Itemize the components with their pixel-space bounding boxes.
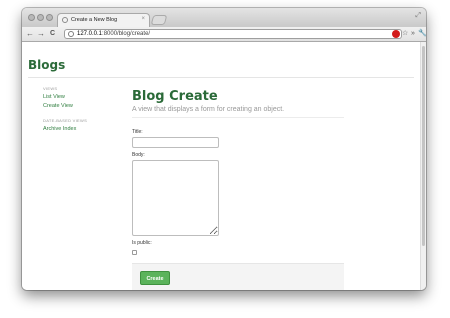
close-window-button[interactable] [28, 14, 35, 21]
globe-icon [68, 31, 74, 37]
create-button[interactable]: Create [140, 271, 170, 285]
browser-tab[interactable]: Create a New Blog × [57, 13, 150, 27]
title-divider [132, 117, 344, 118]
title-bar: Create a New Blog × ⤢ [22, 8, 426, 27]
is-public-checkbox[interactable] [132, 250, 137, 255]
browser-toolbar: ← → C 127.0.0.1:8000/blog/create/ ☆ » 🔧 [22, 27, 426, 42]
form-actions: Create [132, 263, 344, 290]
scrollbar-thumb[interactable] [422, 46, 425, 246]
new-tab-button[interactable] [150, 15, 168, 25]
title-input[interactable] [132, 137, 219, 148]
sidebar-link-list-view[interactable]: List View [43, 94, 65, 100]
header-divider [28, 77, 414, 78]
tab-title: Create a New Blog [71, 17, 118, 23]
minimize-window-button[interactable] [37, 14, 44, 21]
site-brand[interactable]: Blogs [28, 58, 65, 72]
sidebar-heading-date-based-views: DATE-BASED VIEWS [43, 118, 88, 123]
sidebar-link-archive-index[interactable]: Archive Index [43, 126, 76, 132]
url-host: 127.0.0.1 [77, 31, 103, 37]
reload-button[interactable]: C [50, 27, 55, 41]
adblock-icon[interactable] [392, 30, 400, 38]
globe-icon [62, 17, 68, 23]
zoom-window-button[interactable] [46, 14, 53, 21]
page-title: Blog Create [132, 89, 218, 104]
forward-button[interactable]: → [37, 27, 45, 41]
body-textarea[interactable] [132, 160, 219, 236]
page-content: Blogs VIEWS List View Create View DATE-B… [22, 42, 420, 290]
address-bar[interactable]: 127.0.0.1:8000/blog/create/ [64, 29, 402, 39]
star-icon[interactable]: ☆ [402, 27, 408, 41]
url-path: :8000/blog/create/ [102, 31, 151, 37]
url-text: 127.0.0.1:8000/blog/create/ [77, 30, 150, 38]
wrench-icon[interactable]: 🔧 [418, 27, 426, 41]
tab-close-icon[interactable]: × [141, 14, 145, 25]
sidebar-heading-views: VIEWS [43, 86, 58, 91]
sidebar-link-create-view[interactable]: Create View [43, 103, 73, 109]
is-public-label: Is public: [132, 240, 152, 246]
browser-window: Create a New Blog × ⤢ ← → C 127.0.0.1:80… [22, 8, 426, 290]
page-subtitle: A view that displays a form for creating… [132, 106, 285, 113]
body-label: Body: [132, 152, 145, 158]
vertical-scrollbar[interactable] [420, 42, 426, 290]
fullscreen-icon[interactable]: ⤢ [415, 12, 421, 20]
title-label: Title: [132, 129, 143, 135]
extensions-menu-icon[interactable]: » [411, 27, 415, 41]
back-button[interactable]: ← [26, 27, 34, 41]
